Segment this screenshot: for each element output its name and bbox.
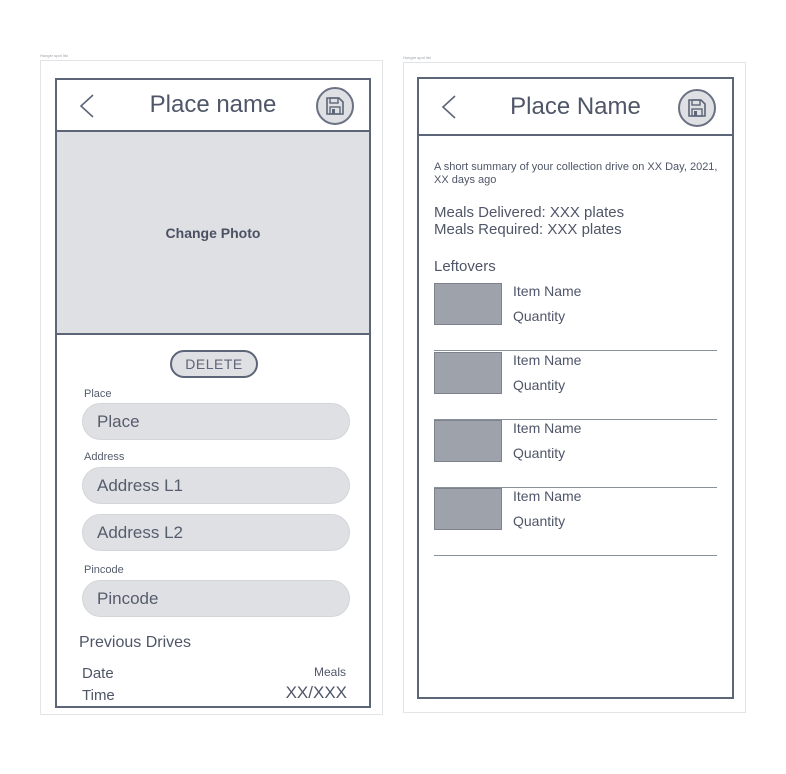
item-thumbnail bbox=[434, 420, 502, 462]
change-photo-area[interactable]: Change Photo bbox=[57, 132, 369, 335]
save-button[interactable] bbox=[678, 89, 716, 127]
leftover-item[interactable]: Item Name Quantity bbox=[434, 352, 717, 420]
previous-drives-title: Previous Drives bbox=[79, 634, 192, 651]
floppy-disk-icon bbox=[688, 99, 706, 117]
drive-date: Date bbox=[82, 665, 114, 682]
item-quantity: Quantity bbox=[513, 513, 566, 529]
edit-place-screen: Place name Change Photo DELETE Place Pla… bbox=[55, 78, 371, 708]
floppy-disk-icon bbox=[326, 97, 344, 115]
item-name: Item Name bbox=[513, 420, 582, 436]
leftover-item[interactable]: Item Name Quantity bbox=[434, 283, 717, 351]
frame-label: Hunger spot list bbox=[40, 53, 68, 58]
leftover-item[interactable]: Item Name Quantity bbox=[434, 420, 717, 488]
header: Place Name bbox=[419, 79, 732, 136]
frame-label: Hunger spot list bbox=[403, 55, 431, 60]
pincode-input[interactable]: Pincode bbox=[82, 580, 350, 617]
place-label: Place bbox=[84, 388, 112, 400]
delete-button[interactable]: DELETE bbox=[170, 350, 258, 378]
drive-time: Time bbox=[82, 687, 115, 704]
item-name: Item Name bbox=[513, 283, 582, 299]
drive-meals-value: XX/XXX bbox=[285, 683, 347, 702]
address-line1-input[interactable]: Address L1 bbox=[82, 467, 350, 504]
address-label: Address bbox=[84, 451, 125, 463]
edit-place-card: Place name Change Photo DELETE Place Pla… bbox=[40, 60, 383, 715]
pincode-label: Pincode bbox=[84, 564, 124, 576]
change-photo-label: Change Photo bbox=[165, 224, 261, 241]
leftover-item[interactable]: Item Name Quantity bbox=[434, 488, 717, 556]
save-button[interactable] bbox=[316, 87, 354, 125]
item-thumbnail bbox=[434, 283, 502, 325]
item-quantity: Quantity bbox=[513, 445, 566, 461]
item-thumbnail bbox=[434, 488, 502, 530]
item-quantity: Quantity bbox=[513, 308, 566, 324]
place-input[interactable]: Place bbox=[82, 403, 350, 440]
item-thumbnail bbox=[434, 352, 502, 394]
item-name: Item Name bbox=[513, 488, 582, 504]
leftovers-title: Leftovers bbox=[434, 258, 496, 275]
item-name: Item Name bbox=[513, 352, 582, 368]
item-quantity: Quantity bbox=[513, 377, 566, 393]
address-line2-input[interactable]: Address L2 bbox=[82, 514, 350, 551]
meals-required: Meals Required: XXX plates bbox=[434, 221, 622, 238]
header: Place name bbox=[57, 80, 369, 132]
drive-meals-label: Meals bbox=[313, 665, 346, 679]
meals-delivered: Meals Delivered: XXX plates bbox=[434, 204, 625, 221]
drive-summary-text: A short summary of your collection drive… bbox=[434, 161, 718, 186]
drive-summary-card: Place Name A short summary of your colle… bbox=[403, 62, 746, 713]
drive-summary-screen: Place Name A short summary of your colle… bbox=[417, 77, 734, 699]
